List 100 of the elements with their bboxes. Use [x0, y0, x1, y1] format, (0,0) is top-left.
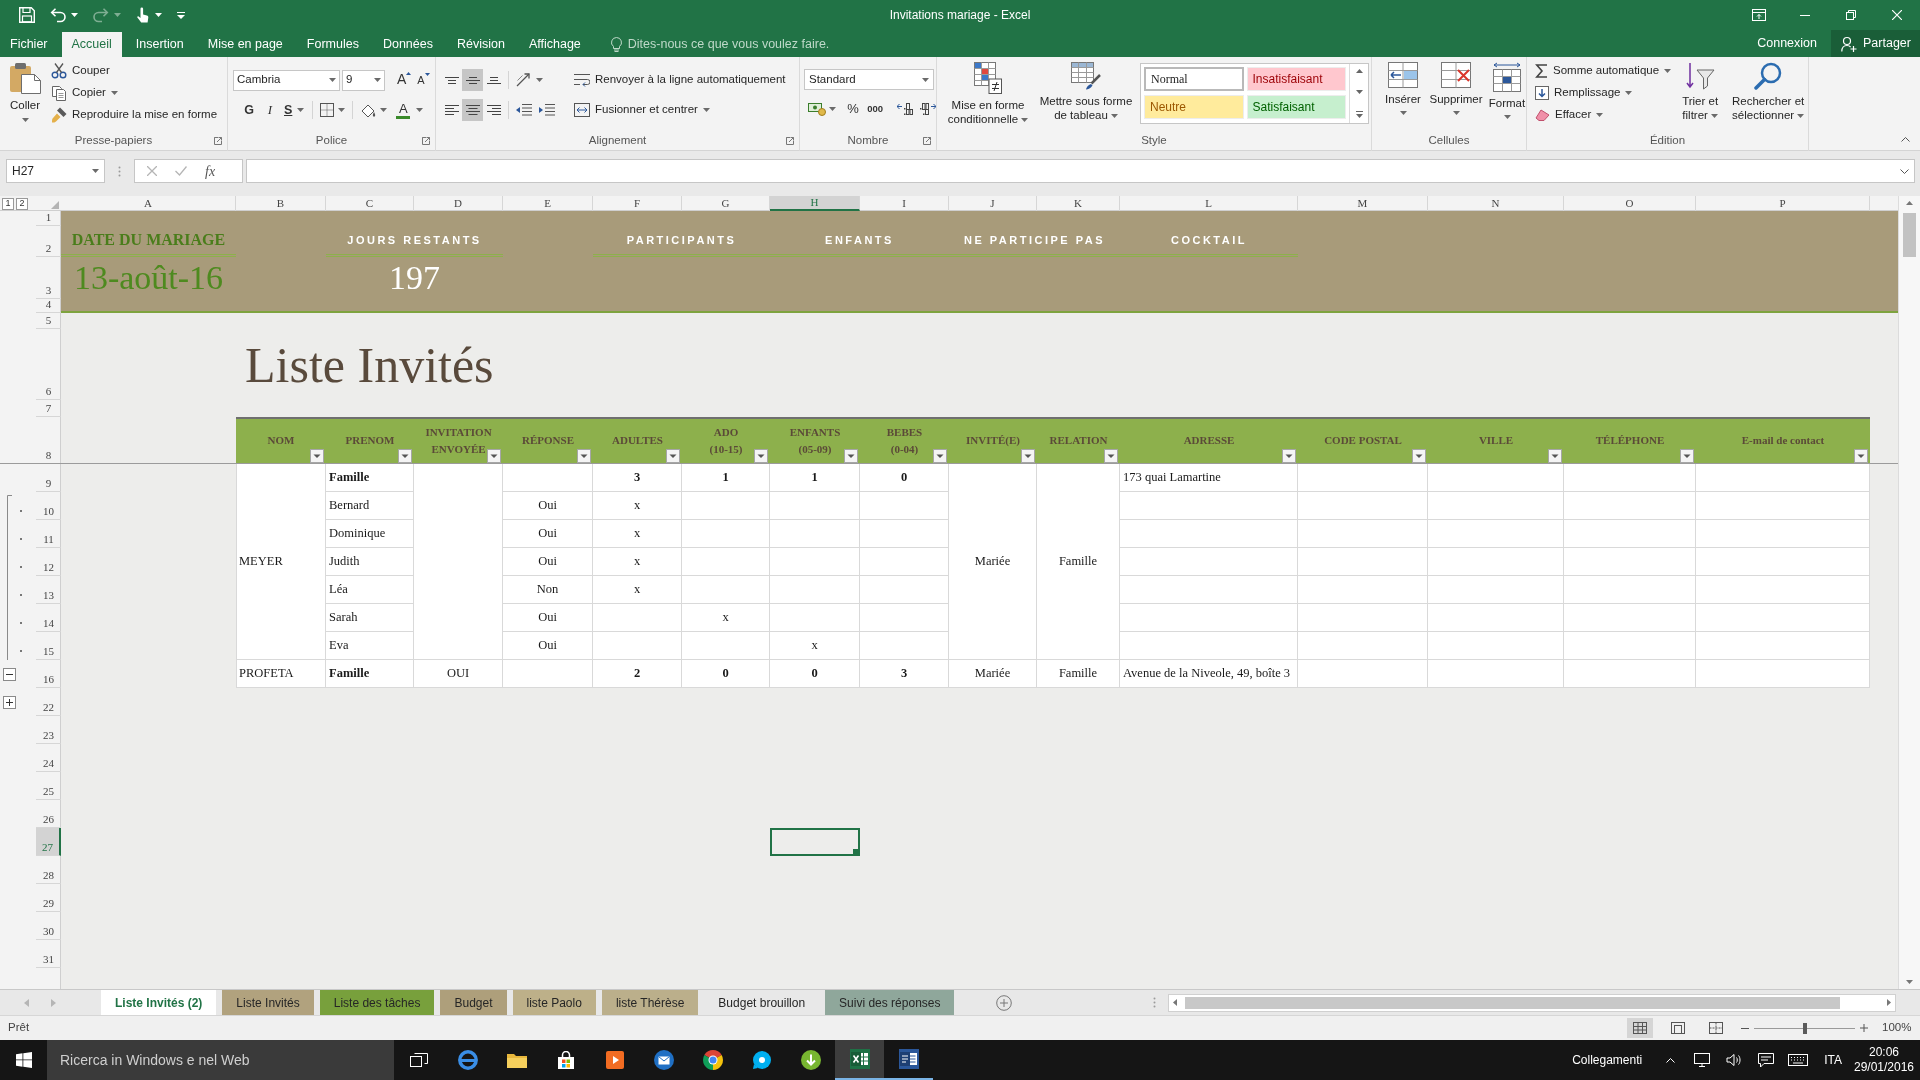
expand-group-icon[interactable]	[3, 695, 16, 709]
wrap-text-button[interactable]: Renvoyer à la ligne automatiquement	[571, 69, 789, 91]
filter-dropdown-icon[interactable]	[754, 449, 768, 463]
row-header[interactable]: 13	[36, 576, 61, 604]
column-header[interactable]: A	[61, 196, 236, 211]
format-painter-button[interactable]: Reproduire la mise en forme	[48, 104, 221, 126]
increase-decimal-icon[interactable]	[897, 103, 913, 115]
filter-dropdown-icon[interactable]	[1021, 449, 1035, 463]
horizontal-scrollbar[interactable]	[1168, 993, 1896, 1012]
download-circle-icon[interactable]	[800, 1050, 821, 1070]
sheet-tab[interactable]: Suivi des réponses	[825, 990, 955, 1015]
save-icon[interactable]	[19, 7, 35, 23]
ribbon-display-icon[interactable]	[1752, 9, 1766, 21]
font-name-dropdown[interactable]: Cambria	[233, 69, 340, 91]
page-break-icon[interactable]	[1709, 1022, 1723, 1034]
row-header[interactable]: 3	[36, 257, 61, 299]
four-panes-icon[interactable]	[15, 1052, 32, 1068]
row-header[interactable]: 16	[36, 660, 61, 688]
sheet-tab[interactable]: Liste Invités (2)	[101, 990, 217, 1015]
increase-indent-icon[interactable]	[539, 104, 555, 116]
column-header[interactable]: I	[860, 196, 949, 211]
sheet-tab[interactable]: Liste Invités	[222, 990, 314, 1015]
underline-button[interactable]: S	[281, 99, 308, 121]
percent-button[interactable]: %	[845, 98, 862, 120]
ribbon-tab[interactable]: Mise en page	[197, 32, 293, 57]
format-cells-button[interactable]: Format	[1484, 57, 1530, 129]
cell-style-option[interactable]: Insatisfaisant	[1246, 67, 1346, 91]
expand-formula-icon[interactable]	[1900, 168, 1909, 174]
row-header[interactable]: 14	[36, 604, 61, 632]
ribbon-tab[interactable]: Accueil	[61, 32, 122, 57]
filter-dropdown-icon[interactable]	[1680, 449, 1694, 463]
scroll-down-icon[interactable]	[1906, 980, 1913, 984]
row-header[interactable]: 22	[36, 688, 61, 716]
sheet-tab[interactable]: Liste des tâches	[319, 990, 435, 1015]
page-layout-icon[interactable]	[1671, 1022, 1685, 1034]
column-header[interactable]: B	[236, 196, 326, 211]
column-header[interactable]: O	[1564, 196, 1696, 211]
add-sheet-icon[interactable]	[996, 994, 1013, 1011]
fill-button[interactable]: Remplissage	[1532, 82, 1675, 104]
chat-bubble-icon[interactable]	[751, 1050, 772, 1070]
hand-pointer-icon[interactable]	[136, 7, 150, 23]
row-header[interactable]: 5	[36, 313, 61, 329]
clear-button[interactable]: Effacer	[1532, 104, 1675, 126]
format-table-button[interactable]: Mettre sous forme de tableau	[1036, 57, 1136, 129]
font-size-dropdown[interactable]: 9	[342, 69, 385, 91]
ribbon-tab[interactable]: Insertion	[125, 32, 194, 57]
play-tile-icon[interactable]	[605, 1051, 624, 1069]
grow-font-button[interactable]: A	[395, 70, 414, 90]
dialog-launcher-icon[interactable]	[214, 137, 222, 145]
filter-dropdown-icon[interactable]	[933, 449, 947, 463]
close-icon[interactable]	[1892, 10, 1902, 20]
bold-button[interactable]: G	[239, 99, 259, 121]
column-header[interactable]: F	[593, 196, 682, 211]
column-header[interactable]: K	[1037, 196, 1120, 211]
caret-icon[interactable]	[416, 108, 424, 112]
scrollbar-thumb[interactable]	[1903, 213, 1916, 257]
column-header[interactable]: N	[1428, 196, 1564, 211]
align-bottom-icon[interactable]	[486, 76, 501, 84]
filter-dropdown-icon[interactable]	[1548, 449, 1562, 463]
cell-style-option[interactable]: Neutre	[1144, 95, 1244, 119]
row-header[interactable]: 23	[36, 716, 61, 744]
caret-icon[interactable]	[71, 13, 78, 17]
network-icon[interactable]	[1694, 1053, 1711, 1067]
row-header[interactable]: 27	[36, 828, 61, 856]
vertical-scrollbar[interactable]	[1898, 196, 1920, 989]
column-header[interactable]: M	[1298, 196, 1428, 211]
insert-function-button[interactable]: fx	[205, 160, 216, 182]
filter-dropdown-icon[interactable]	[666, 449, 680, 463]
borders-icon[interactable]	[320, 103, 335, 117]
fill-handle-icon[interactable]	[853, 849, 858, 854]
clock-date[interactable]: 29/01/2016	[1853, 1060, 1915, 1075]
filter-dropdown-icon[interactable]	[844, 449, 858, 463]
column-header[interactable]: H	[770, 196, 860, 211]
notification-icon[interactable]	[1758, 1052, 1775, 1068]
conditional-format-button[interactable]: Mise en forme conditionnelle	[940, 57, 1036, 129]
column-header[interactable]: E	[503, 196, 593, 211]
more-styles-icon[interactable]	[1355, 111, 1363, 118]
taskbar-button[interactable]	[835, 1040, 884, 1080]
row-header[interactable]: 15	[36, 632, 61, 660]
ribbon-tab[interactable]: Fichier	[0, 32, 58, 57]
shrink-font-button[interactable]: A	[415, 70, 432, 90]
zoom-in-icon[interactable]	[1860, 1024, 1868, 1032]
filter-dropdown-icon[interactable]	[310, 449, 324, 463]
envelope-icon[interactable]	[653, 1050, 674, 1070]
sheet-tab[interactable]: liste Thérèse	[601, 990, 699, 1015]
sort-filter-button[interactable]: Trier et filtrer	[1674, 57, 1727, 129]
row-header[interactable]: 24	[36, 744, 61, 772]
row-header[interactable]: 29	[36, 884, 61, 912]
name-box[interactable]: H27	[6, 159, 105, 183]
column-header[interactable]: L	[1120, 196, 1298, 211]
column-header[interactable]: P	[1696, 196, 1870, 211]
ribbon-tab[interactable]: Révision	[446, 32, 515, 57]
dialog-launcher-icon[interactable]	[786, 137, 794, 145]
row-header[interactable]: 28	[36, 856, 61, 884]
tell-me-field[interactable]: Dites-nous ce que vous voulez faire.	[610, 32, 830, 57]
view-button[interactable]	[1627, 1018, 1653, 1038]
text-angle-icon[interactable]	[516, 73, 532, 87]
column-header[interactable]: J	[949, 196, 1037, 211]
row-header[interactable]: 30	[36, 912, 61, 940]
insert-cells-button[interactable]: Insérer	[1378, 57, 1428, 129]
